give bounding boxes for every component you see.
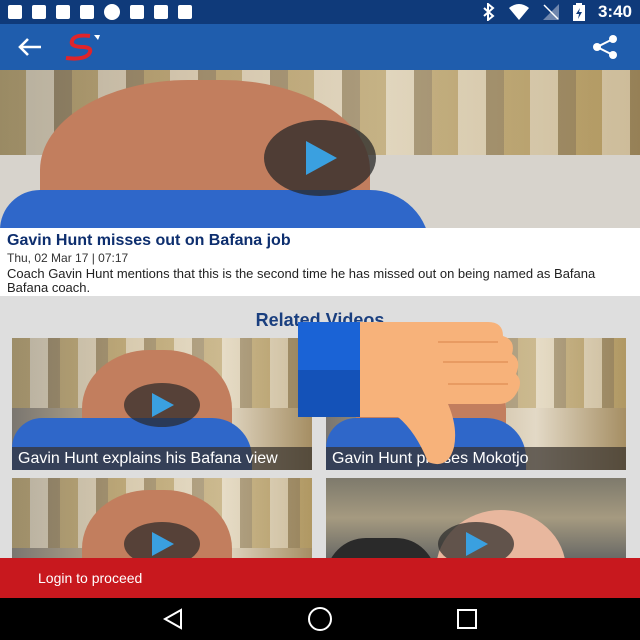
play-icon [466,532,488,556]
play-button[interactable] [124,522,200,558]
related-video-card[interactable] [12,478,312,558]
navigation-bar [0,598,640,640]
recents-square-icon [456,609,477,629]
nav-home-button[interactable] [300,599,340,639]
article-info: Gavin Hunt misses out on Bafana job Thu,… [0,228,640,296]
article-date: Thu, 02 Mar 17 | 07:17 [7,251,129,265]
no-signal-icon [130,5,144,19]
arrow-left-icon [18,38,41,56]
nav-recents-button[interactable] [447,599,487,639]
main-video-thumbnail[interactable] [0,70,640,228]
screen: 3:40 Gavin Hunt misses out on Bafana job… [0,0,640,640]
game-icon [178,5,192,19]
lock-icon [154,5,168,19]
play-button[interactable] [438,522,514,558]
facebook-icon [8,5,22,19]
play-button[interactable] [264,120,376,196]
back-triangle-icon [163,608,183,630]
supersport-logo [60,24,120,70]
thumbs-down-icon [298,322,523,472]
play-icon [306,141,337,175]
video-caption: Gavin Hunt explains his Bafana view [12,447,312,470]
nav-back-button[interactable] [153,599,193,639]
play-button[interactable] [124,383,200,427]
status-bar: 3:40 [0,0,640,24]
related-video-card[interactable]: Gavin Hunt explains his Bafana view [12,338,312,470]
shield-icon [56,5,70,19]
facebook-icon [80,5,94,19]
wifi-icon [508,4,529,20]
play-icon [152,532,174,556]
login-button[interactable]: Login to proceed [0,558,640,598]
back-button[interactable] [0,24,60,70]
facebook-icon [32,5,46,19]
info-icon [104,4,120,20]
play-icon [152,393,174,417]
bluetooth-icon [483,3,495,21]
signal-off-icon [542,4,559,20]
clock: 3:40 [597,2,632,21]
home-circle-icon [307,607,332,631]
app-bar [0,24,640,70]
article-title: Gavin Hunt misses out on Bafana job [7,232,291,249]
article-description: Coach Gavin Hunt mentions that this is t… [7,266,596,295]
share-button[interactable] [570,24,640,70]
share-icon [593,35,617,59]
related-video-card[interactable] [326,478,626,558]
battery-charging-icon [572,3,585,21]
